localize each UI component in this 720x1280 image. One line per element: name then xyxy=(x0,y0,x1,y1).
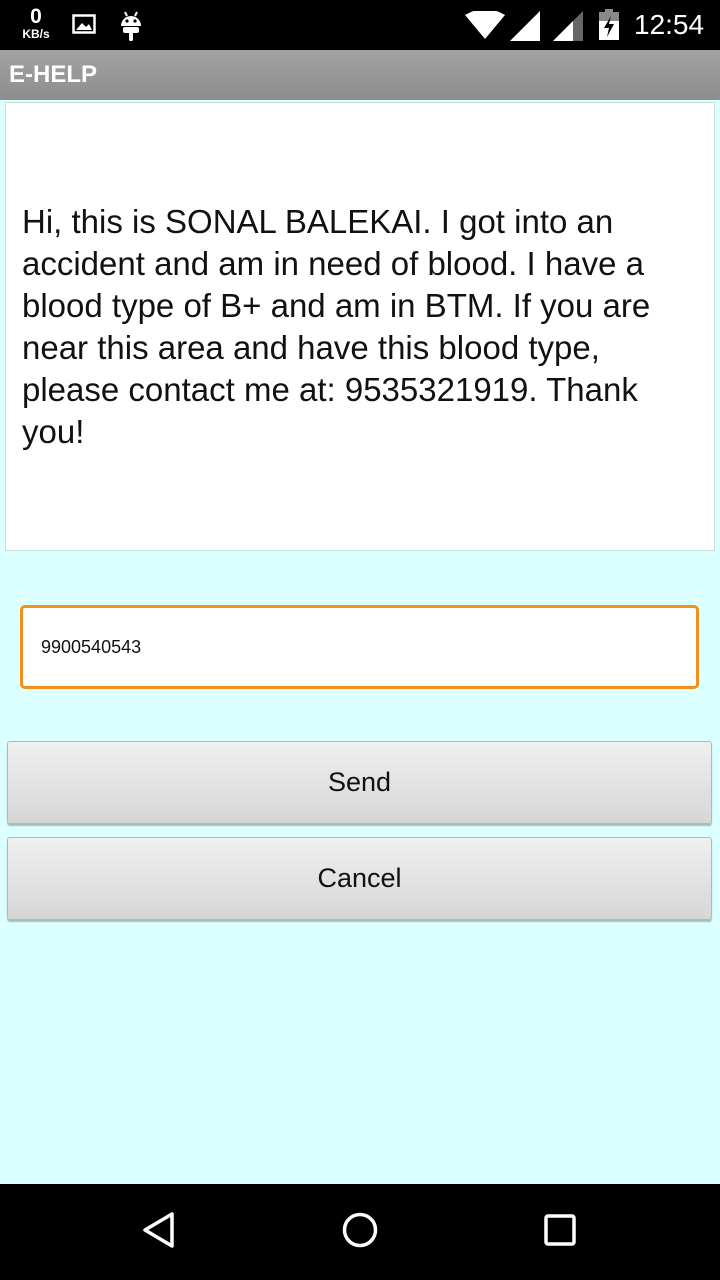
app-bar: E-HELP xyxy=(0,50,720,100)
send-button[interactable]: Send xyxy=(7,741,712,824)
app-title: E-HELP xyxy=(9,61,98,88)
battery-charging-icon xyxy=(598,9,620,46)
android-icon xyxy=(118,10,144,47)
cancel-button[interactable]: Cancel xyxy=(7,837,712,920)
back-icon xyxy=(140,1210,180,1255)
status-bar: 0 KB/s 12:54 xyxy=(0,0,720,50)
network-speed-indicator: 0 KB/s xyxy=(14,6,58,40)
message-card: Hi, this is SONAL BALEKAI. I got into an… xyxy=(5,102,715,551)
status-time: 12:54 xyxy=(634,9,705,40)
wifi-icon xyxy=(465,9,505,44)
signal-icon xyxy=(553,11,583,46)
network-speed-value: 0 xyxy=(30,5,42,28)
home-icon xyxy=(340,1210,380,1255)
image-icon xyxy=(72,14,96,39)
navigation-bar xyxy=(0,1184,720,1280)
home-button[interactable] xyxy=(320,1202,400,1262)
recents-icon xyxy=(540,1210,580,1255)
back-button[interactable] xyxy=(120,1202,200,1262)
recents-button[interactable] xyxy=(520,1202,600,1262)
network-speed-unit: KB/s xyxy=(22,27,50,41)
phone-number-input[interactable] xyxy=(20,605,699,689)
signal-icon xyxy=(510,11,540,46)
help-message-text: Hi, this is SONAL BALEKAI. I got into an… xyxy=(22,202,651,450)
